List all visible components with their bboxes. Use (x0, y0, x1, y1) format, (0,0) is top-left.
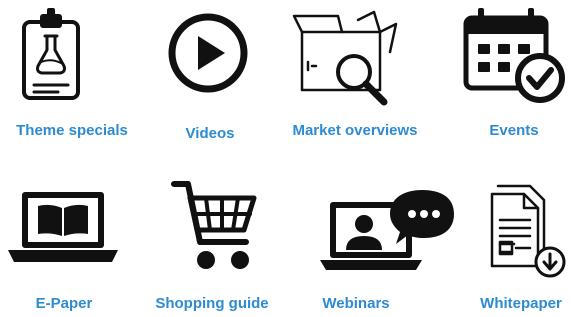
play-icon (168, 13, 248, 93)
tile-label: Market overviews (292, 122, 418, 139)
laptop-book-icon (8, 192, 118, 262)
tile-label: E-Paper (35, 295, 93, 312)
tile-label: Theme specials (16, 122, 128, 139)
document-download-icon (490, 184, 566, 278)
tile-label: Videos (185, 125, 235, 142)
shopping-cart-icon (171, 181, 257, 269)
tile-label: Whitepaper (480, 295, 562, 312)
box-magnifier-icon (292, 10, 398, 106)
tile-label: Events (489, 122, 539, 139)
calendar-check-icon (463, 8, 565, 103)
tile-label: Webinars (322, 295, 390, 312)
laptop-chat-icon (320, 190, 454, 270)
tile-label: Shopping guide (155, 295, 269, 312)
clipboard-flask-icon (22, 8, 80, 100)
